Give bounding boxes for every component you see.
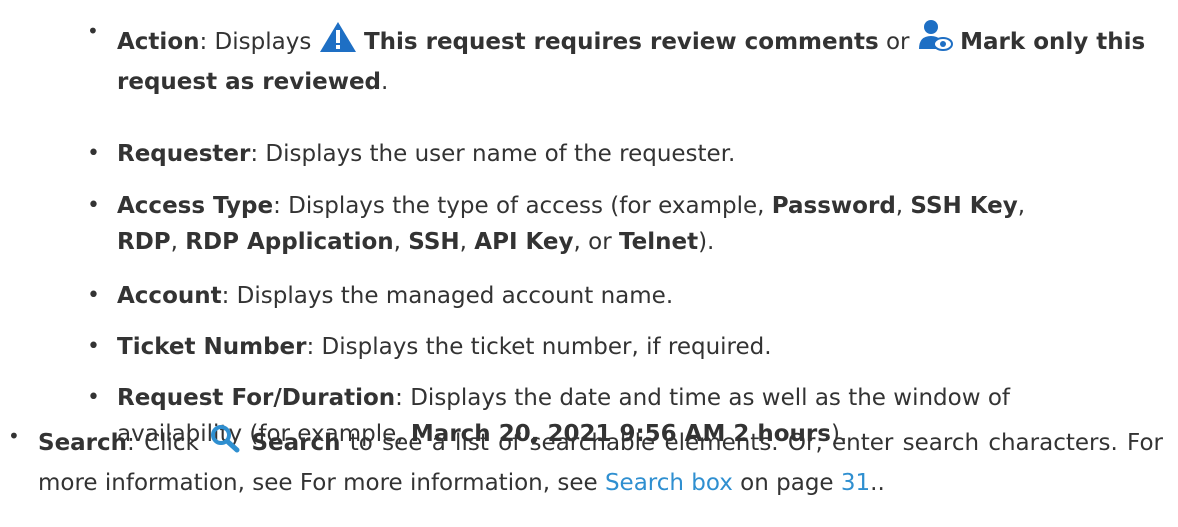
item-text: Account: Displays the managed account na… xyxy=(117,283,674,309)
list-item-account: • Account: Displays the managed account … xyxy=(87,278,1157,314)
term-label: Action xyxy=(117,29,200,55)
term-label: Request For/Duration xyxy=(117,385,396,411)
bullet: • xyxy=(87,193,100,218)
bullet: • xyxy=(87,19,99,43)
warning-text: This request requires review comments xyxy=(363,29,879,55)
term-label: Ticket Number xyxy=(117,334,307,360)
warning-triangle-icon xyxy=(319,21,357,64)
term-label: Access Type xyxy=(117,193,274,219)
item-text: Access Type: Displays the type of access… xyxy=(117,193,1026,255)
list-item-ticket-number: • Ticket Number: Displays the ticket num… xyxy=(87,329,1157,365)
page-number-link[interactable]: 31 xyxy=(841,470,870,496)
term-label: Search xyxy=(38,430,128,456)
bullet: • xyxy=(87,141,100,166)
bullet: • xyxy=(87,385,100,410)
list-item-action: • Action: Displays This request requires… xyxy=(87,19,1157,100)
item-text: Action: Displays This request requires r… xyxy=(117,19,1157,100)
user-reviewed-icon xyxy=(917,19,953,64)
search-box-link[interactable]: Search box xyxy=(605,470,733,496)
term-label: Requester xyxy=(117,141,251,167)
bullet: • xyxy=(87,283,100,308)
item-text: Search: Click Search to see a list of se… xyxy=(38,424,1163,501)
item-text: Requester: Displays the user name of the… xyxy=(117,141,736,167)
term-label: Account xyxy=(117,283,222,309)
magnifier-icon xyxy=(208,424,242,465)
bullet: • xyxy=(87,334,100,359)
list-item-requester: • Requester: Displays the user name of t… xyxy=(87,136,1157,172)
list-item-access-type: • Access Type: Displays the type of acce… xyxy=(87,188,1177,260)
item-text: Ticket Number: Displays the ticket numbe… xyxy=(117,334,772,360)
list-item-search: • Search: Click Search to see a list of … xyxy=(8,424,1163,501)
search-label: Search xyxy=(251,430,341,456)
bullet: • xyxy=(8,424,20,448)
